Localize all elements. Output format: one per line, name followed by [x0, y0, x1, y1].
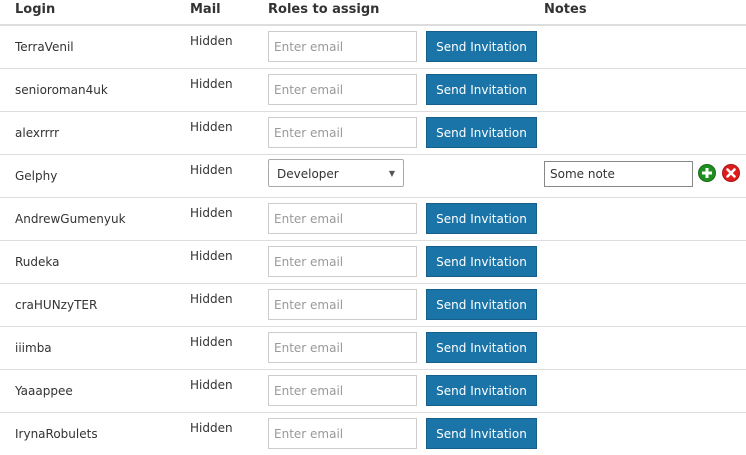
- chevron-down-icon: ▼: [388, 169, 395, 178]
- email-input[interactable]: [268, 117, 417, 148]
- email-input[interactable]: [268, 246, 417, 277]
- table-row: senioroman4uk Hidden Send Invitation: [0, 68, 746, 112]
- role-select-value: Developer: [277, 167, 339, 181]
- table-header: Login Mail Roles to assign Notes: [0, 0, 746, 26]
- user-mail: Hidden: [190, 77, 233, 91]
- table-row: Rudeka Hidden Send Invitation: [0, 240, 746, 284]
- user-mail: Hidden: [190, 120, 233, 134]
- user-mail: Hidden: [190, 335, 233, 349]
- user-login: craHUNzyTER: [15, 298, 98, 312]
- user-login: iiimba: [15, 341, 52, 355]
- email-input[interactable]: [268, 31, 417, 62]
- table-row: Yaaappee Hidden Send Invitation: [0, 369, 746, 413]
- user-login: IrynaRobulets: [15, 427, 98, 441]
- user-mail: Hidden: [190, 292, 233, 306]
- table-row: AndrewGumenyuk Hidden Send Invitation: [0, 197, 746, 241]
- send-invitation-button[interactable]: Send Invitation: [426, 117, 537, 148]
- send-invitation-button[interactable]: Send Invitation: [426, 289, 537, 320]
- column-header-mail: Mail: [190, 2, 221, 17]
- send-invitation-button[interactable]: Send Invitation: [426, 332, 537, 363]
- user-login: Gelphy: [15, 169, 58, 183]
- plus-circle-icon[interactable]: [698, 164, 716, 182]
- user-mail: Hidden: [190, 34, 233, 48]
- note-input[interactable]: [544, 161, 693, 187]
- user-mail: Hidden: [190, 206, 233, 220]
- table-row: TerraVenil Hidden Send Invitation: [0, 25, 746, 69]
- user-login: alexrrrr: [15, 126, 60, 140]
- user-login: AndrewGumenyuk: [15, 212, 126, 226]
- send-invitation-button[interactable]: Send Invitation: [426, 203, 537, 234]
- send-invitation-button[interactable]: Send Invitation: [426, 74, 537, 105]
- user-mail: Hidden: [190, 249, 233, 263]
- send-invitation-button[interactable]: Send Invitation: [426, 375, 537, 406]
- role-select[interactable]: Developer ▼: [268, 159, 404, 187]
- user-mail: Hidden: [190, 421, 233, 435]
- table-row: Gelphy Hidden Developer ▼: [0, 154, 746, 198]
- email-input[interactable]: [268, 289, 417, 320]
- email-input[interactable]: [268, 203, 417, 234]
- column-header-roles: Roles to assign: [268, 2, 380, 17]
- user-mail: Hidden: [190, 163, 233, 177]
- email-input[interactable]: [268, 418, 417, 449]
- user-login: Rudeka: [15, 255, 60, 269]
- email-input[interactable]: [268, 332, 417, 363]
- user-login: TerraVenil: [15, 40, 74, 54]
- x-circle-icon[interactable]: [722, 164, 740, 182]
- email-input[interactable]: [268, 74, 417, 105]
- send-invitation-button[interactable]: Send Invitation: [426, 418, 537, 449]
- user-login: senioroman4uk: [15, 83, 108, 97]
- user-mail: Hidden: [190, 378, 233, 392]
- column-header-notes: Notes: [544, 2, 587, 17]
- column-header-login: Login: [15, 2, 56, 17]
- table-row: craHUNzyTER Hidden Send Invitation: [0, 283, 746, 327]
- table-row: IrynaRobulets Hidden Send Invitation: [0, 412, 746, 455]
- user-login: Yaaappee: [15, 384, 73, 398]
- send-invitation-button[interactable]: Send Invitation: [426, 246, 537, 277]
- table-row: alexrrrr Hidden Send Invitation: [0, 111, 746, 155]
- send-invitation-button[interactable]: Send Invitation: [426, 31, 537, 62]
- table-row: iiimba Hidden Send Invitation: [0, 326, 746, 370]
- email-input[interactable]: [268, 375, 417, 406]
